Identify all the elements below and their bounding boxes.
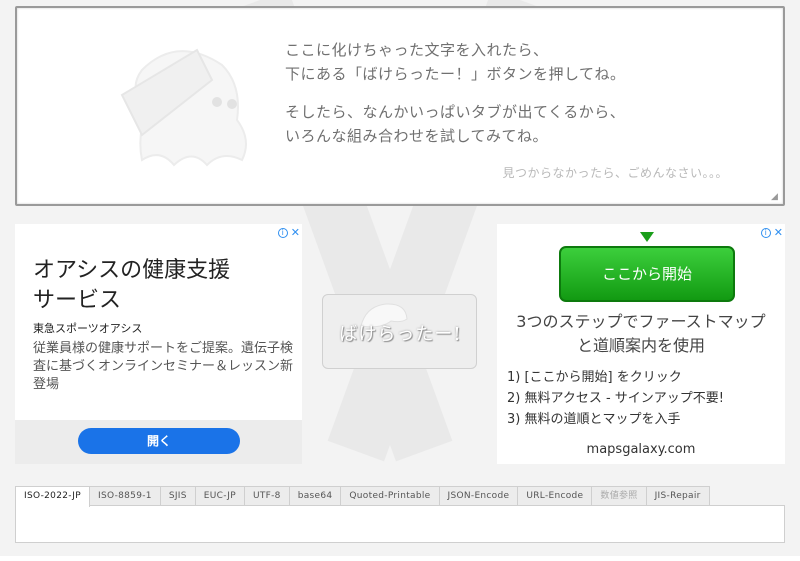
input-hint: ここに化けちゃった文字を入れたら、 下にある「ばけらったー！」ボタンを押してね。… [285,38,765,148]
ghost-icon [120,48,247,167]
hint-line: ここに化けちゃった文字を入れたら、 [285,41,549,59]
tab-base64[interactable]: base64 [288,486,342,506]
close-icon[interactable]: ✕ [774,226,783,239]
tab-euc-jp[interactable]: EUC-JP [194,486,245,506]
tab-url-encode[interactable]: URL-Encode [517,486,593,506]
ad-advertiser[interactable]: 東急スポーツオアシス [33,320,142,336]
ad-cta-area: 開く [15,420,302,464]
ad-right[interactable]: i ✕ ここから開始 3つのステップでファーストマップ と道順案内を使用 1) … [497,224,785,464]
sorry-note: 見つからなかったら、ごめんなさい。。。 [502,166,728,180]
ad-headline-line[interactable]: オアシスの健康支援 [33,256,230,286]
ad-steps[interactable]: 1) [ここから開始] をクリック 2) 無料アクセス - サインアップ不要! … [507,367,724,430]
ad-title-line[interactable]: 3つのステップでファーストマップ [497,310,785,334]
ad-headline-line[interactable]: サービス [33,286,230,316]
ad-choices[interactable]: i ✕ [277,226,300,239]
hint-line: そしたら、なんかいっぱいタブが出てくるから、 [285,103,626,121]
ad-left[interactable]: i ✕ オアシスの健康支援 サービス 東急スポーツオアシス 従業員様の健康サポー… [15,224,302,464]
tab-iso-2022-jp[interactable]: ISO-2022-JP [15,486,90,507]
tab-jis-repair[interactable]: JIS-Repair [645,486,710,506]
info-icon[interactable]: i [277,227,288,238]
ad-choices[interactable]: i ✕ [760,226,783,239]
ad-step[interactable]: 1) [ここから開始] をクリック [507,367,724,388]
ad-body[interactable]: 従業員様の健康サポートをご提案。遺伝子検査に基づくオンラインセミナー＆レッスン新… [33,340,298,394]
ad-step[interactable]: 2) 無料アクセス - サインアップ不要! [507,388,724,409]
ad-step[interactable]: 3) 無料の道順とマップを入手 [507,409,724,430]
ad-title[interactable]: 3つのステップでファーストマップ と道順案内を使用 [497,310,785,358]
bottom-strip [0,556,800,561]
close-icon[interactable]: ✕ [291,226,300,239]
resize-handle-icon[interactable]: ◢ [771,192,781,202]
ad-domain[interactable]: mapsgalaxy.com [497,442,785,457]
tab-numeric-reference[interactable]: 数値参照 [591,486,647,506]
hint-line: いろんな組み合わせを試してみてね。 [285,127,549,145]
tab-panel [15,505,785,543]
tab-iso-8859-1[interactable]: ISO-8859-1 [88,486,161,506]
ad-title-line[interactable]: と道順案内を使用 [497,334,785,358]
tab-quoted-printable[interactable]: Quoted-Printable [340,486,440,506]
tab-sjis[interactable]: SJIS [159,486,196,506]
bakeratta-button-label: ばけらったー! [339,324,462,345]
ad-open-button[interactable]: 開く [78,428,240,454]
down-arrow-icon [640,232,654,242]
bakeratta-button[interactable]: ばけらったー! [322,294,477,369]
start-here-button[interactable]: ここから開始 [559,246,735,302]
hint-line: 下にある「ばけらったー！」ボタンを押してね。 [285,65,626,83]
encoding-tabs: ISO-2022-JP ISO-8859-1 SJIS EUC-JP UTF-8… [15,486,710,507]
ad-headline[interactable]: オアシスの健康支援 サービス [33,256,230,316]
tab-json-encode[interactable]: JSON-Encode [438,486,519,506]
tab-utf-8[interactable]: UTF-8 [243,486,290,506]
info-icon[interactable]: i [760,227,771,238]
garbled-text-input[interactable]: ここに化けちゃった文字を入れたら、 下にある「ばけらったー！」ボタンを押してね。… [15,6,785,206]
